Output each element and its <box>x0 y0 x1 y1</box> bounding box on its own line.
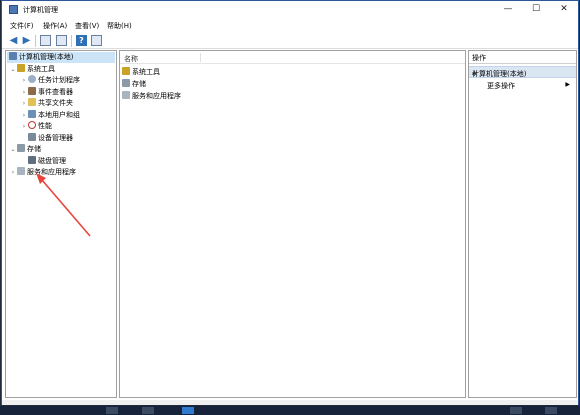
tree-item-label: 磁盘管理 <box>38 157 66 165</box>
services-icon <box>17 167 25 175</box>
tree-item-event-viewer[interactable]: › 事件查看器 <box>20 87 73 98</box>
taskbar-app-icon[interactable] <box>545 407 557 414</box>
result-pane: 名称 系统工具 存储 服务和应用程序 <box>119 50 466 398</box>
tree-item-label: 本地用户和组 <box>38 111 80 119</box>
tree-item-label: 系统工具 <box>27 65 55 73</box>
collapse-chevron-icon[interactable]: ⌄ <box>9 64 17 75</box>
tree-item-disk-management[interactable]: 磁盘管理 <box>20 156 66 167</box>
expand-chevron-icon[interactable]: › <box>20 98 28 109</box>
performance-icon <box>28 121 36 129</box>
help-icon[interactable]: ? <box>76 35 87 46</box>
export-list-icon[interactable] <box>56 35 67 46</box>
column-divider[interactable] <box>200 53 201 62</box>
toolbar-divider <box>35 35 36 47</box>
taskbar-app-icon[interactable] <box>142 407 154 414</box>
taskbar-app-icon[interactable] <box>106 407 118 414</box>
title-bar: 计算机管理 — ☐ ✕ <box>2 1 578 18</box>
taskbar-app-icon[interactable] <box>510 407 522 414</box>
list-item-label: 系统工具 <box>132 68 160 76</box>
services-icon <box>122 91 130 99</box>
disk-icon <box>28 156 36 164</box>
tree-root-label: 计算机管理(本地) <box>19 53 74 61</box>
maximize-button[interactable]: ☐ <box>523 1 549 18</box>
storage-icon <box>17 144 25 152</box>
toolbar: ◀ ▶ ? <box>2 33 578 49</box>
status-bar <box>2 400 578 405</box>
minimize-button[interactable]: — <box>495 1 521 18</box>
tree-item-label: 性能 <box>38 122 52 130</box>
menu-help[interactable]: 帮助(H) <box>107 21 132 31</box>
expand-chevron-icon[interactable]: › <box>20 87 28 98</box>
collapse-chevron-icon[interactable]: ⌄ <box>9 144 17 155</box>
back-arrow-icon[interactable]: ◀ <box>8 35 19 46</box>
computer-management-app-icon <box>9 5 18 14</box>
tools-icon <box>17 64 25 72</box>
actions-header-label: 操作 <box>472 54 486 62</box>
menu-bar: 文件(F) 操作(A) 查看(V) 帮助(H) <box>2 19 578 32</box>
list-item-label: 存储 <box>132 80 146 88</box>
event-viewer-icon <box>28 87 36 95</box>
tree-item-device-manager[interactable]: 设备管理器 <box>20 133 73 144</box>
tree-item-label: 服务和应用程序 <box>27 168 76 176</box>
column-header-name[interactable]: 名称 <box>120 51 465 64</box>
close-button[interactable]: ✕ <box>551 1 577 18</box>
list-item[interactable]: 系统工具 <box>122 66 160 78</box>
tree-item-local-users-groups[interactable]: › 本地用户和组 <box>20 110 80 121</box>
more-actions-link[interactable]: 更多操作 <box>487 81 515 91</box>
expand-chevron-icon[interactable]: › <box>9 167 17 178</box>
tree-root-computer-management[interactable]: 计算机管理(本地) <box>7 52 115 63</box>
menu-action[interactable]: 操作(A) <box>43 21 67 31</box>
computer-management-icon <box>9 52 17 60</box>
tree-item-label: 事件查看器 <box>38 88 73 96</box>
taskbar <box>0 406 580 415</box>
tree-item-label: 任务计划程序 <box>38 76 80 84</box>
shared-folder-icon <box>28 98 36 106</box>
show-action-pane-icon[interactable] <box>91 35 102 46</box>
column-header-label: 名称 <box>124 55 138 63</box>
users-icon <box>28 110 36 118</box>
tree-item-label: 设备管理器 <box>38 134 73 142</box>
actions-section-computer-management[interactable]: 计算机管理(本地) ▲ <box>469 66 576 78</box>
tree-item-services-applications[interactable]: › 服务和应用程序 <box>9 167 76 178</box>
tree-item-label: 存储 <box>27 145 41 153</box>
device-manager-icon <box>28 133 36 141</box>
submenu-arrow-icon[interactable]: ▶ <box>565 81 570 88</box>
expand-chevron-icon[interactable]: › <box>20 75 28 86</box>
taskbar-app-icon[interactable] <box>182 407 194 414</box>
window-title: 计算机管理 <box>23 6 58 14</box>
computer-management-window: 计算机管理 — ☐ ✕ 文件(F) 操作(A) 查看(V) 帮助(H) ◀ ▶ … <box>1 0 579 405</box>
actions-pane: 操作 计算机管理(本地) ▲ 更多操作 ▶ <box>468 50 577 398</box>
show-hide-console-tree-icon[interactable] <box>40 35 51 46</box>
clock-icon <box>28 75 36 83</box>
collapse-up-icon[interactable]: ▲ <box>472 69 572 76</box>
tree-item-storage[interactable]: ⌄ 存储 <box>9 144 41 155</box>
list-item-label: 服务和应用程序 <box>132 92 181 100</box>
storage-icon <box>122 79 130 87</box>
list-item[interactable]: 存储 <box>122 78 146 90</box>
menu-view[interactable]: 查看(V) <box>75 21 99 31</box>
tree-item-shared-folders[interactable]: › 共享文件夹 <box>20 98 73 109</box>
tools-icon <box>122 67 130 75</box>
tree-item-system-tools[interactable]: ⌄ 系统工具 <box>9 64 55 75</box>
forward-arrow-icon[interactable]: ▶ <box>21 35 32 46</box>
expand-chevron-icon[interactable]: › <box>20 121 28 132</box>
tree-item-task-scheduler[interactable]: › 任务计划程序 <box>20 75 80 86</box>
console-tree: 计算机管理(本地) ⌄ 系统工具 › 任务计划程序 › 事件查看器 › 共享文件夹 › 本… <box>5 50 117 398</box>
tree-item-label: 共享文件夹 <box>38 99 73 107</box>
actions-header: 操作 <box>469 51 576 64</box>
toolbar-divider <box>71 35 72 47</box>
menu-file[interactable]: 文件(F) <box>10 21 34 31</box>
list-item[interactable]: 服务和应用程序 <box>122 90 181 102</box>
tree-item-performance[interactable]: › 性能 <box>20 121 52 132</box>
expand-chevron-icon[interactable]: › <box>20 110 28 121</box>
